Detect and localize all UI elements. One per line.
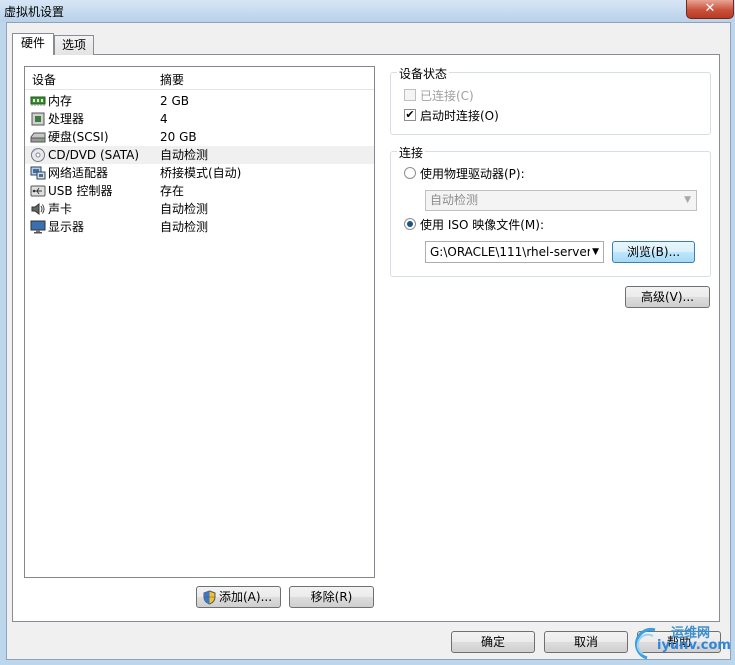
close-button[interactable]: ✕ (686, 0, 734, 19)
device-name: 声卡 (48, 202, 73, 216)
remove-device-button[interactable]: 移除(R) (289, 586, 374, 608)
device-name: 处理器 (48, 112, 85, 126)
dropdown-arrow-icon: ▼ (684, 195, 691, 205)
device-name: 硬盘(SCSI) (48, 130, 109, 144)
cd-dvd-icon (30, 148, 46, 162)
physical-drive-label: 使用物理驱动器(P): (420, 167, 525, 181)
device-name: CD/DVD (SATA) (48, 148, 140, 162)
device-row-hard-disk[interactable]: 硬盘(SCSI) 20 GB (25, 128, 374, 146)
column-header-device[interactable]: 设备 (32, 72, 56, 88)
add-button-label: 添加(A)... (219, 590, 273, 604)
physical-drive-radio[interactable] (404, 167, 416, 179)
processor-icon (30, 112, 46, 126)
ok-button[interactable]: 确定 (451, 631, 535, 653)
iso-image-label: 使用 ISO 映像文件(M): (420, 218, 544, 232)
device-row-display[interactable]: 显示器 自动检测 (25, 218, 374, 236)
header-divider (25, 89, 374, 90)
device-row-network-adapter[interactable]: 网络适配器 桥接模式(自动) (25, 164, 374, 182)
device-name: 网络适配器 (48, 166, 109, 180)
iso-image-radio[interactable] (404, 218, 416, 230)
display-icon (30, 220, 46, 234)
device-summary: 自动检测 (160, 220, 209, 234)
device-summary: 存在 (160, 184, 185, 198)
device-row-processor[interactable]: 处理器 4 (25, 110, 374, 128)
device-row-memory[interactable]: 内存 2 GB (25, 92, 374, 110)
tab-options[interactable]: 选项 (54, 35, 94, 55)
device-summary: 桥接模式(自动) (160, 166, 242, 180)
device-summary: 4 (160, 112, 168, 126)
dropdown-arrow-icon: ▼ (590, 242, 599, 262)
window-title: 虚拟机设置 (4, 5, 65, 19)
iso-path-value: G:\ORACLE\111\rhel-server- (430, 245, 596, 259)
tab-hardware[interactable]: 硬件 (12, 33, 54, 55)
physical-drive-value: 自动检测 (430, 193, 479, 207)
device-status-legend: 设备状态 (397, 65, 450, 82)
watermark-text-domain: iyunv.com (657, 638, 731, 653)
title-bar (0, 0, 735, 22)
device-row-usb-controller[interactable]: USB 控制器 存在 (25, 182, 374, 200)
connection-legend: 连接 (397, 144, 426, 161)
memory-icon (30, 94, 46, 108)
device-name: USB 控制器 (48, 184, 113, 198)
uac-shield-icon (203, 590, 216, 611)
connect-at-power-on-label: 启动时连接(O) (420, 109, 499, 123)
network-adapter-icon (30, 166, 46, 180)
sound-card-icon (30, 202, 46, 216)
iso-path-combobox[interactable]: G:\ORACLE\111\rhel-server- ▼ (425, 241, 604, 263)
device-summary: 自动检测 (160, 148, 209, 162)
add-device-button[interactable]: 添加(A)... (196, 586, 281, 608)
device-row-sound-card[interactable]: 声卡 自动检测 (25, 200, 374, 218)
column-header-summary[interactable]: 摘要 (160, 72, 184, 88)
device-name: 内存 (48, 94, 73, 108)
device-name: 显示器 (48, 220, 85, 234)
connect-at-power-on-checkbox[interactable]: ✔ (404, 109, 416, 121)
radio-selected-dot (407, 221, 413, 227)
device-summary: 20 GB (160, 130, 197, 144)
device-row-cd-dvd[interactable]: CD/DVD (SATA) 自动检测 (25, 146, 374, 164)
hard-disk-icon (30, 130, 46, 144)
connected-label: 已连接(C) (420, 89, 474, 103)
device-summary: 2 GB (160, 94, 189, 108)
browse-button[interactable]: 浏览(B)... (612, 241, 695, 263)
connected-checkbox[interactable] (404, 89, 416, 101)
physical-drive-select[interactable]: 自动检测 ▼ (425, 190, 697, 211)
device-summary: 自动检测 (160, 202, 209, 216)
advanced-button[interactable]: 高级(V)... (625, 286, 710, 308)
watermark-logo: 运维网 iyunv.com (633, 624, 733, 662)
cancel-button[interactable]: 取消 (544, 631, 628, 653)
usb-icon (30, 184, 46, 198)
